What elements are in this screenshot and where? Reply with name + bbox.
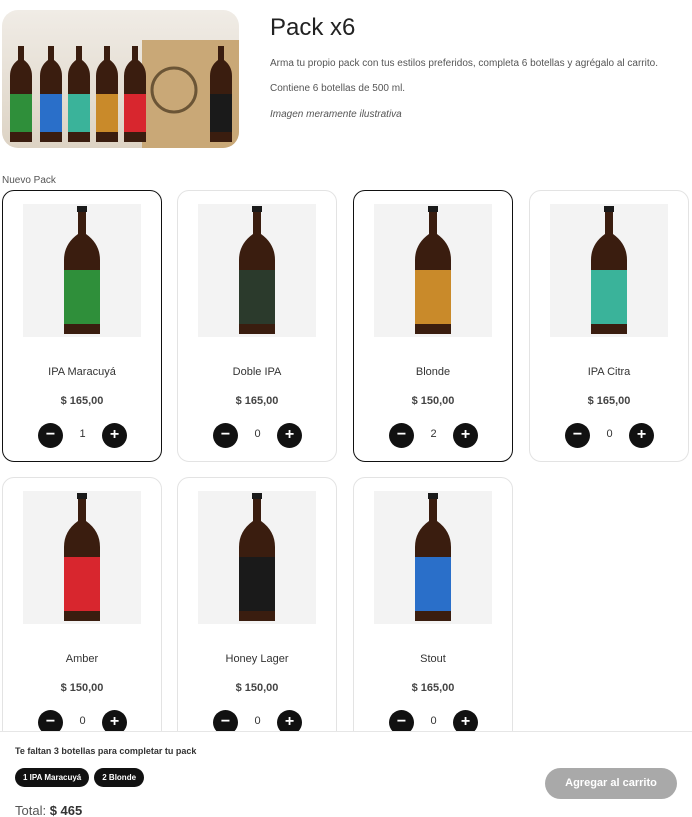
beer-bottle-image xyxy=(550,204,668,337)
quantity-stepper: − 2 + xyxy=(389,423,479,448)
quantity-value: 1 xyxy=(79,428,86,440)
quantity-value: 0 xyxy=(254,428,261,440)
selected-chips: 1 IPA Maracuyá 2 Blonde xyxy=(15,768,145,787)
section-label: Nuevo Pack xyxy=(2,175,56,186)
product-name: Stout xyxy=(420,653,446,665)
product-price: $ 150,00 xyxy=(411,395,455,407)
selected-chip: 1 IPA Maracuyá xyxy=(15,768,90,787)
quantity-value: 0 xyxy=(606,428,613,440)
beer-bottle-image xyxy=(23,204,141,337)
quantity-stepper: − 1 + xyxy=(38,423,128,448)
product-name: Amber xyxy=(65,653,99,665)
beer-bottle-image xyxy=(198,204,316,337)
increase-quantity-button[interactable]: + xyxy=(453,423,478,448)
remaining-bottles-text: Te faltan 3 botellas para completar tu p… xyxy=(15,746,197,756)
product-price: $ 150,00 xyxy=(60,682,104,694)
selected-chip: 2 Blonde xyxy=(94,768,145,787)
quantity-stepper: − 0 + xyxy=(213,423,303,448)
product-price: $ 165,00 xyxy=(587,395,631,407)
pack-contents: Contiene 6 botellas de 500 ml. xyxy=(270,83,406,94)
beer-bottle-image xyxy=(198,491,316,624)
product-card[interactable]: Doble IPA $ 165,00 − 0 + xyxy=(177,190,337,462)
pack-description: Arma tu propio pack con tus estilos pref… xyxy=(270,58,658,69)
product-card[interactable]: Stout $ 165,00 − 0 + xyxy=(353,477,513,749)
decrease-quantity-button[interactable]: − xyxy=(38,423,63,448)
product-card[interactable]: Amber $ 150,00 − 0 + xyxy=(2,477,162,749)
product-name: Blonde xyxy=(415,366,451,378)
product-card[interactable]: IPA Maracuyá $ 165,00 − 1 + xyxy=(2,190,162,462)
product-price: $ 165,00 xyxy=(235,395,279,407)
total-label: Total: xyxy=(15,803,47,817)
pack-note: Imagen meramente ilustrativa xyxy=(270,109,402,120)
pack-hero-image xyxy=(2,10,239,148)
increase-quantity-button[interactable]: + xyxy=(629,423,654,448)
product-name: IPA Maracuyá xyxy=(48,366,116,378)
quantity-value: 0 xyxy=(254,715,261,727)
decrease-quantity-button[interactable]: − xyxy=(213,423,238,448)
product-name: Honey Lager xyxy=(225,653,289,665)
quantity-value: 0 xyxy=(79,715,86,727)
product-card[interactable]: Honey Lager $ 150,00 − 0 + xyxy=(177,477,337,749)
add-to-cart-button[interactable]: Agregar al carrito xyxy=(545,768,677,799)
pack-summary-footer: Te faltan 3 botellas para completar tu p… xyxy=(0,731,692,817)
quantity-stepper: − 0 + xyxy=(565,423,655,448)
product-price: $ 150,00 xyxy=(235,682,279,694)
quantity-value: 2 xyxy=(430,428,437,440)
beer-bottle-image xyxy=(374,204,492,337)
total-value: $ 465 xyxy=(49,803,83,817)
decrease-quantity-button[interactable]: − xyxy=(565,423,590,448)
increase-quantity-button[interactable]: + xyxy=(277,423,302,448)
product-card[interactable]: Blonde $ 150,00 − 2 + xyxy=(353,190,513,462)
product-card[interactable]: IPA Citra $ 165,00 − 0 + xyxy=(529,190,689,462)
pack-title: Pack x6 xyxy=(270,14,356,41)
decrease-quantity-button[interactable]: − xyxy=(389,423,414,448)
product-price: $ 165,00 xyxy=(411,682,455,694)
product-name: IPA Citra xyxy=(587,366,631,378)
quantity-value: 0 xyxy=(430,715,437,727)
total: Total: $ 465 xyxy=(15,803,82,817)
increase-quantity-button[interactable]: + xyxy=(102,423,127,448)
beer-bottle-image xyxy=(23,491,141,624)
product-price: $ 165,00 xyxy=(60,395,104,407)
beer-bottle-image xyxy=(374,491,492,624)
product-name: Doble IPA xyxy=(232,366,282,378)
